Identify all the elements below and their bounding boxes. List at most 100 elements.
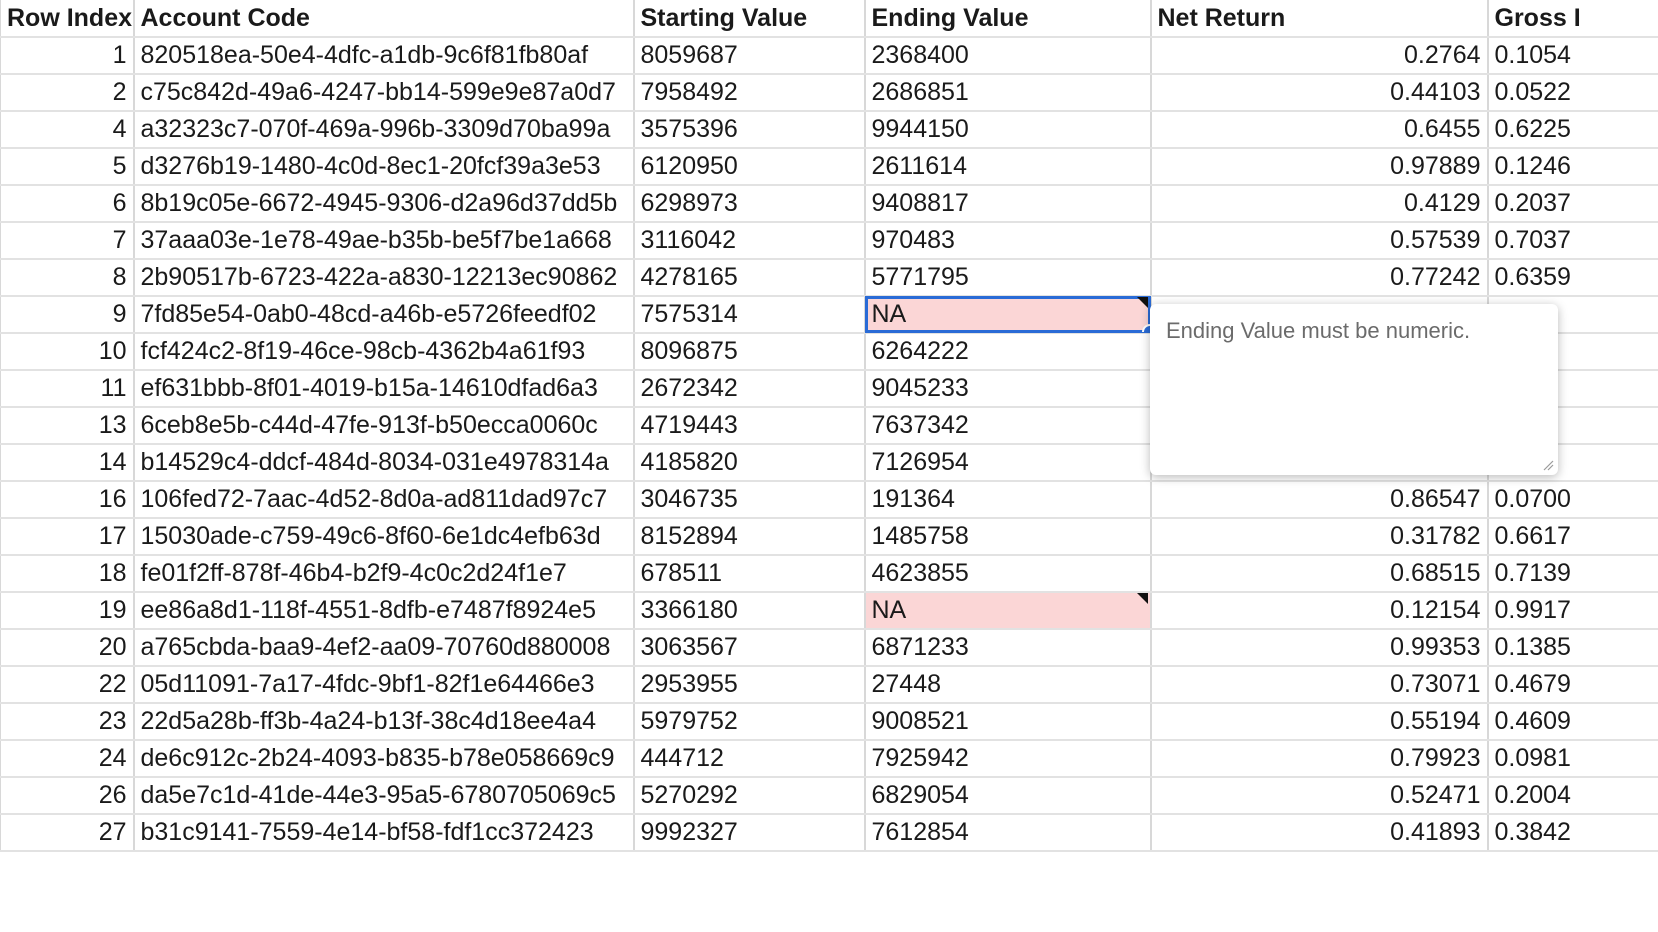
starting-value-cell[interactable]: 4719443: [633, 407, 866, 445]
gross-cell[interactable]: 0.1385: [1487, 629, 1658, 667]
header-net-return[interactable]: Net Return: [1150, 0, 1489, 38]
row-index-cell[interactable]: 26: [0, 777, 135, 815]
ending-value-cell[interactable]: NA: [864, 296, 1152, 334]
row-index-cell[interactable]: 10: [0, 333, 135, 371]
starting-value-cell[interactable]: 3116042: [633, 222, 866, 260]
net-return-cell[interactable]: 0.52471: [1150, 777, 1489, 815]
net-return-cell[interactable]: 0.41893: [1150, 814, 1489, 852]
row-index-cell[interactable]: 20: [0, 629, 135, 667]
gross-cell[interactable]: 0.0700: [1487, 481, 1658, 519]
row-index-cell[interactable]: 24: [0, 740, 135, 778]
row-index-cell[interactable]: 23: [0, 703, 135, 741]
net-return-cell[interactable]: 0.12154: [1150, 592, 1489, 630]
row-index-cell[interactable]: 22: [0, 666, 135, 704]
account-code-cell[interactable]: ee86a8d1-118f-4551-8dfb-e7487f8924e5: [133, 592, 635, 630]
net-return-cell[interactable]: 0.79923: [1150, 740, 1489, 778]
gross-cell[interactable]: 0.0981: [1487, 740, 1658, 778]
starting-value-cell[interactable]: 7958492: [633, 74, 866, 112]
gross-cell[interactable]: 0.9917: [1487, 592, 1658, 630]
resize-grip-icon[interactable]: [1542, 459, 1554, 471]
starting-value-cell[interactable]: 9992327: [633, 814, 866, 852]
row-index-cell[interactable]: 18: [0, 555, 135, 593]
row-index-cell[interactable]: 14: [0, 444, 135, 482]
ending-value-cell[interactable]: 7637342: [864, 407, 1152, 445]
account-code-cell[interactable]: a765cbda-baa9-4ef2-aa09-70760d880008: [133, 629, 635, 667]
account-code-cell[interactable]: ef631bbb-8f01-4019-b15a-14610dfad6a3: [133, 370, 635, 408]
account-code-cell[interactable]: c75c842d-49a6-4247-bb14-599e9e87a0d7: [133, 74, 635, 112]
account-code-cell[interactable]: 05d11091-7a17-4fdc-9bf1-82f1e64466e3: [133, 666, 635, 704]
row-index-cell[interactable]: 2: [0, 74, 135, 112]
net-return-cell[interactable]: 0.86547: [1150, 481, 1489, 519]
account-code-cell[interactable]: 6ceb8e5b-c44d-47fe-913f-b50ecca0060c: [133, 407, 635, 445]
row-index-cell[interactable]: 5: [0, 148, 135, 186]
ending-value-cell[interactable]: 6264222: [864, 333, 1152, 371]
net-return-cell[interactable]: 0.44103: [1150, 74, 1489, 112]
starting-value-cell[interactable]: 3366180: [633, 592, 866, 630]
row-index-cell[interactable]: 6: [0, 185, 135, 223]
ending-value-cell[interactable]: 5771795: [864, 259, 1152, 297]
gross-cell[interactable]: 0.2004: [1487, 777, 1658, 815]
row-index-cell[interactable]: 9: [0, 296, 135, 334]
row-index-cell[interactable]: 11: [0, 370, 135, 408]
account-code-cell[interactable]: fcf424c2-8f19-46ce-98cb-4362b4a61f93: [133, 333, 635, 371]
header-ending-value[interactable]: Ending Value: [864, 0, 1152, 38]
header-row-index[interactable]: Row Index: [0, 0, 135, 38]
ending-value-cell[interactable]: 9045233: [864, 370, 1152, 408]
row-index-cell[interactable]: 27: [0, 814, 135, 852]
row-index-cell[interactable]: 16: [0, 481, 135, 519]
net-return-cell[interactable]: 0.77242: [1150, 259, 1489, 297]
net-return-cell[interactable]: 0.2764: [1150, 37, 1489, 75]
account-code-cell[interactable]: 2b90517b-6723-422a-a830-12213ec90862: [133, 259, 635, 297]
starting-value-cell[interactable]: 3063567: [633, 629, 866, 667]
row-index-cell[interactable]: 4: [0, 111, 135, 149]
ending-value-cell[interactable]: 7612854: [864, 814, 1152, 852]
starting-value-cell[interactable]: 4278165: [633, 259, 866, 297]
header-account-code[interactable]: Account Code: [133, 0, 635, 38]
starting-value-cell[interactable]: 3575396: [633, 111, 866, 149]
net-return-cell[interactable]: 0.57539: [1150, 222, 1489, 260]
account-code-cell[interactable]: 820518ea-50e4-4dfc-a1db-9c6f81fb80af: [133, 37, 635, 75]
starting-value-cell[interactable]: 6298973: [633, 185, 866, 223]
ending-value-cell[interactable]: 191364: [864, 481, 1152, 519]
ending-value-cell[interactable]: 970483: [864, 222, 1152, 260]
ending-value-cell[interactable]: 1485758: [864, 518, 1152, 556]
starting-value-cell[interactable]: 678511: [633, 555, 866, 593]
ending-value-cell[interactable]: 2368400: [864, 37, 1152, 75]
starting-value-cell[interactable]: 5979752: [633, 703, 866, 741]
starting-value-cell[interactable]: 6120950: [633, 148, 866, 186]
net-return-cell[interactable]: 0.31782: [1150, 518, 1489, 556]
account-code-cell[interactable]: de6c912c-2b24-4093-b835-b78e058669c9: [133, 740, 635, 778]
account-code-cell[interactable]: 22d5a28b-ff3b-4a24-b13f-38c4d18ee4a4: [133, 703, 635, 741]
ending-value-cell[interactable]: 9944150: [864, 111, 1152, 149]
row-index-cell[interactable]: 13: [0, 407, 135, 445]
gross-cell[interactable]: 0.3842: [1487, 814, 1658, 852]
ending-value-cell[interactable]: 7925942: [864, 740, 1152, 778]
ending-value-cell[interactable]: 9408817: [864, 185, 1152, 223]
starting-value-cell[interactable]: 2672342: [633, 370, 866, 408]
ending-value-cell[interactable]: 6829054: [864, 777, 1152, 815]
ending-value-cell[interactable]: 9008521: [864, 703, 1152, 741]
gross-cell[interactable]: 0.0522: [1487, 74, 1658, 112]
account-code-cell[interactable]: 15030ade-c759-49c6-8f60-6e1dc4efb63d: [133, 518, 635, 556]
account-code-cell[interactable]: 7fd85e54-0ab0-48cd-a46b-e5726feedf02: [133, 296, 635, 334]
net-return-cell[interactable]: 0.68515: [1150, 555, 1489, 593]
gross-cell[interactable]: 0.7139: [1487, 555, 1658, 593]
ending-value-cell[interactable]: 7126954: [864, 444, 1152, 482]
account-code-cell[interactable]: 106fed72-7aac-4d52-8d0a-ad811dad97c7: [133, 481, 635, 519]
header-gross[interactable]: Gross I: [1487, 0, 1658, 38]
gross-cell[interactable]: 0.6359: [1487, 259, 1658, 297]
gross-cell[interactable]: 0.7037: [1487, 222, 1658, 260]
ending-value-cell[interactable]: 4623855: [864, 555, 1152, 593]
gross-cell[interactable]: 0.6225: [1487, 111, 1658, 149]
account-code-cell[interactable]: 37aaa03e-1e78-49ae-b35b-be5f7be1a668: [133, 222, 635, 260]
net-return-cell[interactable]: 0.99353: [1150, 629, 1489, 667]
net-return-cell[interactable]: 0.4129: [1150, 185, 1489, 223]
gross-cell[interactable]: 0.1246: [1487, 148, 1658, 186]
account-code-cell[interactable]: b14529c4-ddcf-484d-8034-031e4978314a: [133, 444, 635, 482]
net-return-cell[interactable]: 0.6455: [1150, 111, 1489, 149]
gross-cell[interactable]: 0.1054: [1487, 37, 1658, 75]
account-code-cell[interactable]: fe01f2ff-878f-46b4-b2f9-4c0c2d24f1e7: [133, 555, 635, 593]
account-code-cell[interactable]: d3276b19-1480-4c0d-8ec1-20fcf39a3e53: [133, 148, 635, 186]
net-return-cell[interactable]: 0.55194: [1150, 703, 1489, 741]
net-return-cell[interactable]: 0.73071: [1150, 666, 1489, 704]
